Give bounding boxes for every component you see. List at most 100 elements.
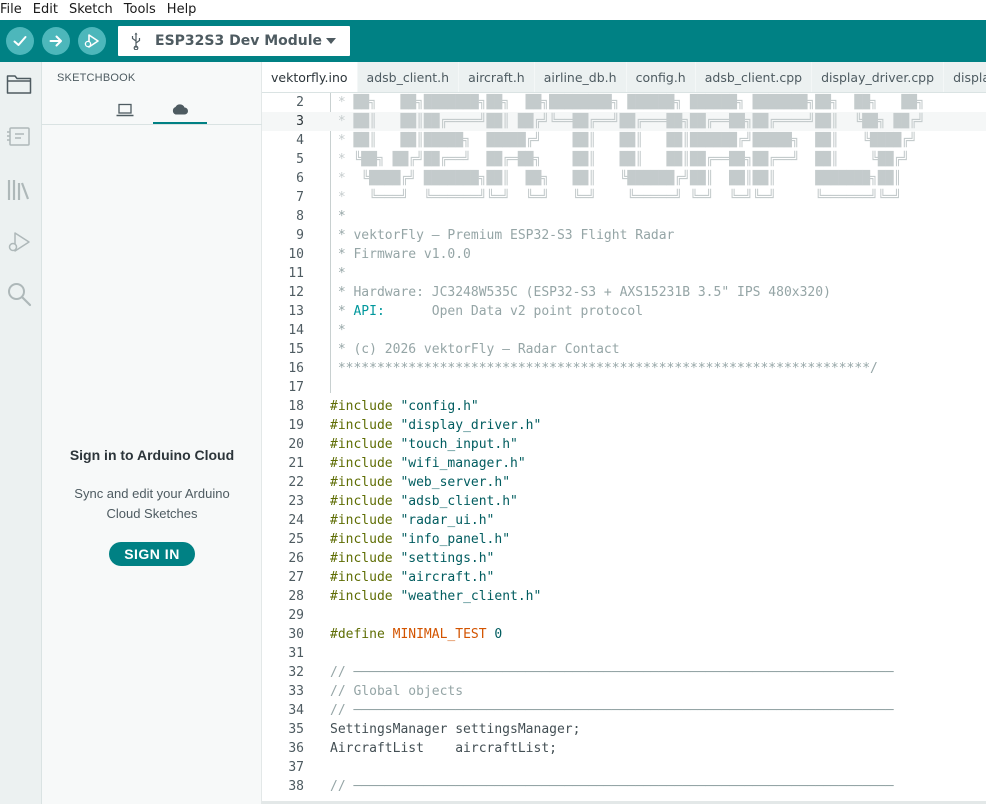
code-text: * ██╗ ██╗███████╗██╗ ██╗████████╗ ██████… [330,93,925,112]
code-line[interactable]: 24 #include "radar_ui.h" [262,511,986,530]
code-line[interactable]: 21 #include "wifi_manager.h" [262,454,986,473]
include-path: "touch_input.h" [392,437,518,452]
tab-display-driver-cpp[interactable]: display_driver.cpp [812,62,945,92]
code-line[interactable]: 28 #include "weather_client.h" [262,587,986,606]
menu-edit[interactable]: Edit [33,2,64,18]
tab-config-h[interactable]: config.h [626,62,696,92]
line-number: 22 [288,475,304,490]
macro-value: 0 [486,627,503,642]
line-number: 11 [288,266,304,281]
code-line[interactable]: 31 [262,644,986,663]
code-line[interactable]: 8 * [262,207,986,226]
line-number: 29 [288,608,304,623]
menu-tools[interactable]: Tools [124,2,162,18]
code-line[interactable]: 27 #include "aircraft.h" [262,568,986,587]
code-line[interactable]: 36 AircraftList aircraftList; [262,739,986,758]
code-line[interactable]: 35 SettingsManager settingsManager; [262,720,986,739]
code-line[interactable]: 15 * (c) 2026 vektorFly — Radar Contact [262,340,986,359]
code-text: #include "weather_client.h" [330,587,541,606]
code-editor[interactable]: 2 * ██╗ ██╗███████╗██╗ ██╗████████╗ ████… [262,93,986,804]
board-manager-button[interactable] [5,123,33,151]
line-number: 27 [288,570,304,585]
board-selector[interactable]: ESP32S3 Dev Module [118,26,350,56]
code-line[interactable]: 19 #include "display_driver.h" [262,416,986,435]
code-line[interactable]: 4 * ██║ ██║█████╗ █████╔╝ ██║ ██║ ██║███… [262,131,986,150]
line-number: 23 [288,494,304,509]
sign-in-button[interactable]: SIGN IN [109,542,195,566]
code-line[interactable]: 20 #include "touch_input.h" [262,435,986,454]
tab-airline-db-h[interactable]: airline_db.h [534,62,627,92]
line-number: 36 [288,741,304,756]
code-line[interactable]: 18 #include "config.h" [262,397,986,416]
include-keyword: #include [330,494,393,509]
line-number: 9 [296,228,304,243]
folder-icon [6,75,32,94]
code-text: #include "aircraft.h" [330,568,494,587]
code-line[interactable]: 2 * ██╗ ██╗███████╗██╗ ██╗████████╗ ████… [262,93,986,112]
board-name: ESP32S3 Dev Module [155,33,323,49]
line-number: 13 [288,304,304,319]
code-line[interactable]: 7 * ╚═══╝ ╚══════╝╚═╝ ╚═╝ ╚═╝ ╚═════╝ ╚═… [262,188,986,207]
code-line[interactable]: 34 // ───────────────────────────────────… [262,701,986,720]
code-line[interactable]: 26 #include "settings.h" [262,549,986,568]
code-line[interactable]: 13 * API: Open Data v2 point protocol [262,302,986,321]
search-button[interactable] [5,280,33,308]
tab-cloud-sketches[interactable] [153,96,207,124]
tab-vektorfly-ino[interactable]: vektorfly.ino [262,62,358,92]
code-line[interactable]: 29 [262,606,986,625]
code-line[interactable]: 17 [262,378,986,397]
code-line[interactable]: 38 // ───────────────────────────────────… [262,777,986,796]
debug-button[interactable] [78,27,106,55]
line-number: 21 [288,456,304,471]
tab-display-driver-truncated[interactable]: display_drive [944,62,986,92]
code-line[interactable]: 16 *************************************… [262,359,986,378]
line-number: 26 [288,551,304,566]
code-line[interactable]: 11 * [262,264,986,283]
upload-button[interactable] [42,27,70,55]
comment-text: * Firmware v1.0.0 [330,247,471,262]
comment-text: * Hardware: JC3248W535C (ESP32-S3 + AXS1… [330,285,831,300]
code-line[interactable]: 6 * ╚████╔╝ ███████╗██║ ██╗ ██║ ╚██████╔… [262,169,986,188]
code-line[interactable]: 33 // Global objects [262,682,986,701]
code-text: #include "info_panel.h" [330,530,510,549]
line-number: 8 [296,209,304,224]
code-line[interactable]: 23 #include "adsb_client.h" [262,492,986,511]
line-number: 35 [288,722,304,737]
menu-sketch[interactable]: Sketch [69,2,119,18]
code-line[interactable]: 30 #define MINIMAL_TEST 0 [262,625,986,644]
include-path: "aircraft.h" [392,570,495,585]
code-line[interactable]: 10 * Firmware v1.0.0 [262,245,986,264]
code-text: * (c) 2026 vektorFly — Radar Contact [330,340,620,359]
tab-aircraft-h[interactable]: aircraft.h [459,62,535,92]
code-text: #include "touch_input.h" [330,435,518,454]
code-line[interactable]: 22 #include "web_server.h" [262,473,986,492]
tab-local-sketches[interactable] [98,96,152,124]
library-icon [7,180,30,200]
library-manager-button[interactable] [5,176,33,204]
tab-adsb-client-cpp[interactable]: adsb_client.cpp [695,62,813,92]
code-text: #include "settings.h" [330,549,494,568]
line-number: 6 [296,171,304,186]
tab-adsb-client-h[interactable]: adsb_client.h [357,62,460,92]
code-line[interactable]: 25 #include "info_panel.h" [262,530,986,549]
menu-file[interactable]: File [0,2,28,18]
code-text: * ╚██╗ ██╔╝██╔══╝ ██╔═██╗ ██║ ██║ ██║██╔… [330,150,909,169]
sketchbook-panel: SKETCHBOOK Sign in to Arduino Cloud Sync… [42,62,262,804]
line-number: 3 [296,114,304,129]
menu-help[interactable]: Help [167,2,203,18]
code-line[interactable]: 32 // ───────────────────────────────────… [262,663,986,682]
code-line[interactable]: 37 [262,758,986,777]
include-path: "config.h" [392,399,479,414]
code-line[interactable]: 14 * [262,321,986,340]
include-keyword: #include [330,456,393,471]
code-line[interactable]: 9 * vektorFly — Premium ESP32-S3 Flight … [262,226,986,245]
include-keyword: #include [330,475,393,490]
code-line[interactable]: 5 * ╚██╗ ██╔╝██╔══╝ ██╔═██╗ ██║ ██║ ██║█… [262,150,986,169]
verify-button[interactable] [6,27,34,55]
sketchbook-button[interactable] [5,70,33,98]
code-line[interactable]: 12 * Hardware: JC3248W535C (ESP32-S3 + A… [262,283,986,302]
code-line[interactable]: 3 * ██║ ██║██╔════╝██║ ██╔╝╚══██╔══╝██╔═… [262,112,986,131]
code-text: * vektorFly — Premium ESP32-S3 Flight Ra… [330,226,675,245]
code-text: * Firmware v1.0.0 [330,245,471,264]
debug-panel-button[interactable] [5,228,33,256]
